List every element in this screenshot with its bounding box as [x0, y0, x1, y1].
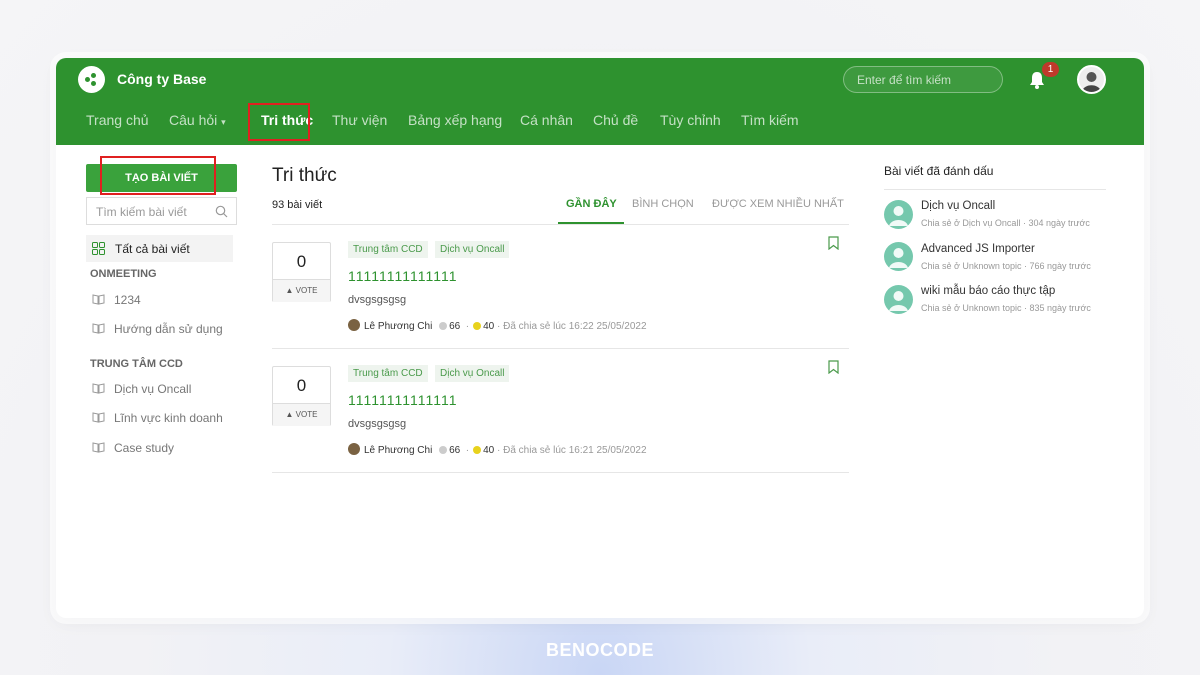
book-icon: [92, 383, 105, 394]
bookmark-item-sub: Chia sẻ ở Unknown topic · 835 ngày trước: [921, 303, 1091, 313]
highlight-box-create: [100, 156, 216, 195]
post-title[interactable]: 11111111111111: [348, 392, 458, 408]
grid-icon: [92, 242, 105, 255]
post-meta: Lê Phương Chi 66 · 40 · Đã chia sẻ lúc 16…: [348, 443, 647, 456]
book-icon: [92, 442, 105, 453]
sidebar-search-placeholder: Tìm kiếm bài viết: [96, 205, 187, 219]
bookmark-icon[interactable]: [828, 236, 839, 250]
nav-search[interactable]: Tìm kiếm: [741, 112, 799, 128]
tag-ccd[interactable]: Trung tâm CCD: [348, 365, 428, 382]
author-name[interactable]: Lê Phương Chi: [364, 445, 432, 456]
nav-personal[interactable]: Cá nhân: [520, 112, 573, 128]
tag-oncall[interactable]: Dịch vụ Oncall: [435, 241, 510, 258]
nav-topics[interactable]: Chủ đề: [593, 112, 638, 128]
highlight-box-nav: [248, 103, 310, 141]
author-avatar: [348, 319, 360, 331]
book-icon: [92, 294, 105, 305]
bookmark-item-title[interactable]: Dịch vụ Oncall: [921, 200, 995, 212]
main-nav: Trang chủ Câu hỏi ▾ Tri thức Thư viện Bả…: [56, 104, 1144, 136]
tag-ccd[interactable]: Trung tâm CCD: [348, 241, 428, 258]
post-meta: Lê Phương Chi 66 · 40 · Đã chia sẻ lúc 16…: [348, 319, 647, 332]
bookmark-icon[interactable]: [828, 360, 839, 374]
sidebar-heading: TRUNG TÂM CCD: [90, 358, 183, 370]
tab-votes[interactable]: BÌNH CHỌN: [632, 198, 694, 210]
gray-dot-icon: [439, 322, 448, 330]
tag-oncall[interactable]: Dịch vụ Oncall: [435, 365, 510, 382]
upvote-button[interactable]: ▲ VOTE: [273, 279, 330, 302]
author-name[interactable]: Lê Phương Chi: [364, 321, 432, 332]
bookmark-avatar-icon: [884, 285, 913, 314]
nav-customize[interactable]: Tùy chỉnh: [660, 112, 721, 128]
brand-watermark: BENOCODE: [545, 640, 654, 660]
post-excerpt: dvsgsgsgsg: [348, 294, 407, 306]
app-window: Công ty Base Enter để tìm kiếm 1 Trang c…: [56, 58, 1144, 618]
sidebar-search-input[interactable]: Tìm kiếm bài viết: [86, 197, 237, 225]
vote-count: 0: [296, 376, 307, 395]
chevron-down-icon: ▾: [221, 117, 226, 127]
bookmark-item-sub: Chia sẻ ở Unknown topic · 766 ngày trước: [921, 261, 1091, 271]
book-icon: [92, 412, 105, 423]
tab-most-viewed[interactable]: ĐƯỢC XEM NHIỀU NHẤT: [712, 198, 844, 210]
nav-leaderboard[interactable]: Bảng xếp hạng: [408, 112, 502, 128]
gold-dot-icon: [473, 322, 482, 330]
bookmarks-title: Bài viết đã đánh dấu: [884, 164, 994, 178]
sidebar-item-all-posts[interactable]: Tất cả bài viết: [86, 235, 233, 262]
post-excerpt: dvsgsgsgsg: [348, 418, 407, 430]
company-logo-icon[interactable]: [78, 66, 105, 93]
notification-badge: 1: [1042, 62, 1059, 77]
top-header: Công ty Base Enter để tìm kiếm 1 Trang c…: [56, 58, 1144, 145]
sidebar-heading: ONMEETING: [90, 268, 157, 280]
global-search-input[interactable]: Enter để tìm kiếm: [843, 66, 1003, 93]
bookmark-item-title[interactable]: Advanced JS Importer: [921, 243, 1035, 255]
nav-library[interactable]: Thư viện: [332, 112, 387, 128]
vote-box: 0 ▲ VOTE: [272, 242, 331, 302]
nav-home[interactable]: Trang chủ: [86, 112, 149, 128]
gray-dot-icon: [439, 446, 448, 454]
user-avatar[interactable]: [1077, 65, 1106, 94]
divider: [272, 348, 849, 349]
bookmark-avatar-icon: [884, 200, 913, 229]
vote-count: 0: [296, 252, 307, 271]
bookmark-item-sub: Chia sẻ ở Dịch vụ Oncall · 304 ngày trướ…: [921, 218, 1090, 228]
upvote-button[interactable]: ▲ VOTE: [273, 403, 330, 426]
post-title[interactable]: 11111111111111: [348, 268, 458, 284]
post-count: 93 bài viết: [272, 199, 323, 211]
bookmark-avatar-icon: [884, 242, 913, 271]
author-avatar: [348, 443, 360, 455]
company-name[interactable]: Công ty Base: [117, 71, 206, 87]
page-title: Tri thức: [272, 165, 337, 186]
sidebar-item-label: Tất cả bài viết: [115, 242, 190, 256]
divider: [272, 224, 849, 225]
book-icon: [92, 323, 105, 334]
bookmark-item-title[interactable]: wiki mẫu báo cáo thực tập: [921, 285, 1055, 297]
tab-recent[interactable]: GẦN ĐÂY: [566, 198, 617, 210]
gold-dot-icon: [473, 446, 482, 454]
divider: [884, 189, 1106, 190]
nav-questions[interactable]: Câu hỏi ▾: [169, 112, 226, 128]
divider: [272, 472, 849, 473]
search-icon: [215, 205, 228, 218]
vote-box: 0 ▲ VOTE: [272, 366, 331, 426]
